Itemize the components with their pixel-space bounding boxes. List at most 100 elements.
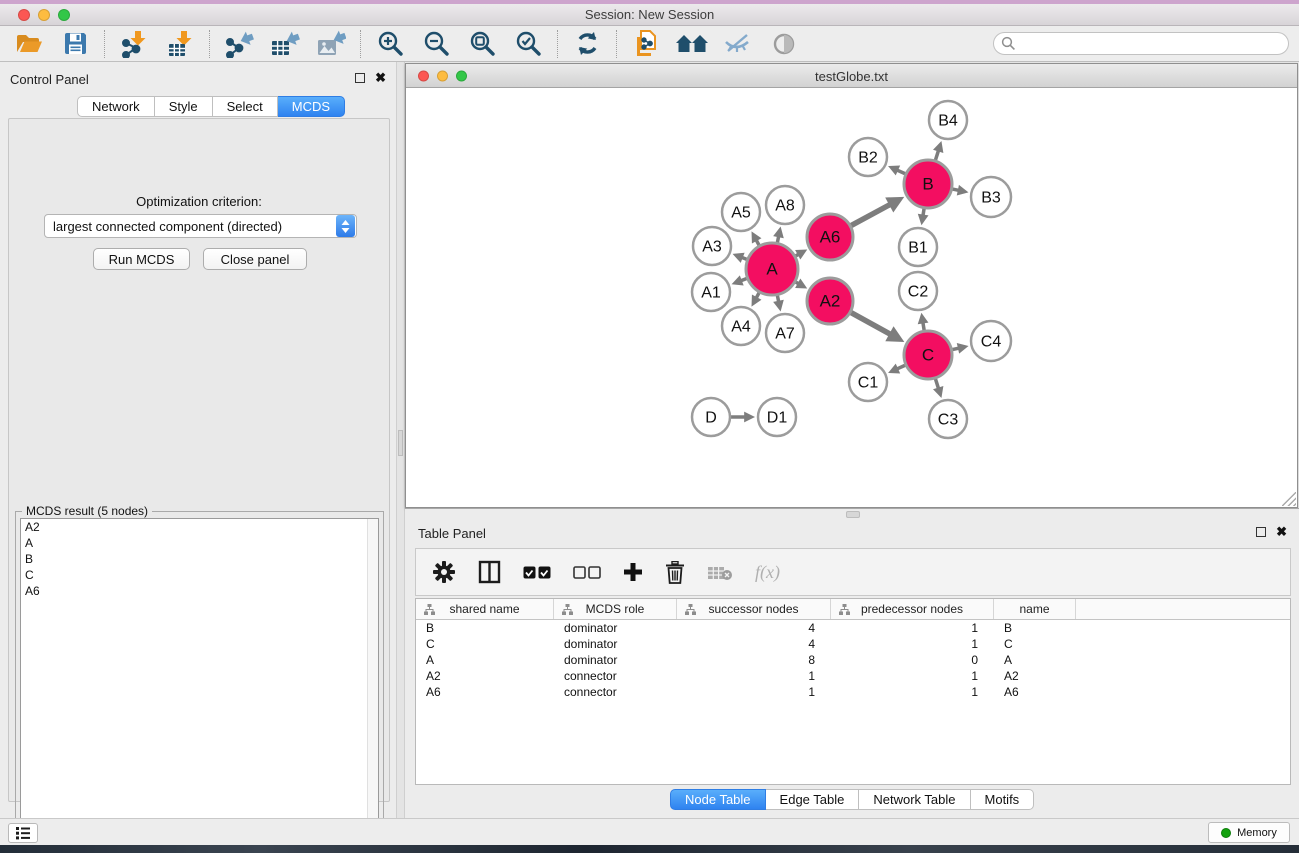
add-column-button[interactable] — [623, 557, 643, 587]
search-field[interactable] — [993, 32, 1289, 55]
tab-network-table[interactable]: Network Table — [859, 789, 970, 810]
table-cell[interactable]: 1 — [831, 636, 994, 652]
graph-node-A[interactable]: A — [746, 243, 798, 295]
table-row[interactable]: Cdominator41C — [416, 636, 1290, 652]
graph-node-A6[interactable]: A6 — [807, 214, 853, 260]
open-file-button[interactable] — [12, 29, 46, 59]
close-panel-button[interactable]: Close panel — [203, 248, 307, 270]
zoom-out-button[interactable] — [419, 29, 453, 59]
duplicate-network-button[interactable] — [629, 29, 663, 59]
table-settings-button[interactable] — [432, 557, 456, 587]
zoom-selected-button[interactable] — [511, 29, 545, 59]
table-cell[interactable]: 8 — [677, 652, 831, 668]
tab-mcds[interactable]: MCDS — [278, 96, 345, 117]
graph-node-C3[interactable]: C3 — [929, 400, 967, 438]
table-cell[interactable]: dominator — [554, 636, 677, 652]
table-cell[interactable]: 4 — [677, 636, 831, 652]
close-panel-icon[interactable]: ✖ — [375, 73, 386, 83]
table-cell[interactable]: 1 — [677, 684, 831, 700]
graph-node-B3[interactable]: B3 — [971, 177, 1011, 217]
table-cell[interactable]: C — [994, 636, 1076, 652]
table-cell[interactable]: 1 — [677, 668, 831, 684]
export-image-button[interactable] — [314, 29, 348, 59]
graph-node-B4[interactable]: B4 — [929, 101, 967, 139]
graph-node-A1[interactable]: A1 — [692, 273, 730, 311]
column-header-name[interactable]: name — [994, 599, 1076, 619]
table-cell[interactable]: A2 — [994, 668, 1076, 684]
mcds-result-item[interactable]: A2 — [21, 519, 378, 535]
network-overview-button[interactable] — [675, 29, 709, 59]
graph-node-D[interactable]: D — [692, 398, 730, 436]
mcds-result-item[interactable]: B — [21, 551, 378, 567]
graph-edge-A2-C[interactable] — [851, 313, 891, 335]
select-all-button[interactable] — [523, 557, 551, 587]
table-cell[interactable]: B — [994, 620, 1076, 636]
run-mcds-button[interactable]: Run MCDS — [93, 248, 190, 270]
table-cell[interactable]: B — [416, 620, 554, 636]
column-header-MCDS-role[interactable]: MCDS role — [554, 599, 677, 619]
hide-selected-button[interactable] — [721, 29, 755, 59]
graph-node-A2[interactable]: A2 — [807, 278, 853, 324]
graph-node-A4[interactable]: A4 — [722, 307, 760, 345]
float-panel-icon[interactable] — [355, 73, 365, 83]
table-cell[interactable]: connector — [554, 684, 677, 700]
graph-node-B[interactable]: B — [904, 160, 952, 208]
tab-edge-table[interactable]: Edge Table — [766, 789, 860, 810]
deselect-all-button[interactable] — [573, 557, 601, 587]
table-cell[interactable]: A6 — [994, 684, 1076, 700]
tab-style[interactable]: Style — [155, 96, 213, 117]
zoom-fit-button[interactable] — [465, 29, 499, 59]
splitter-grip[interactable] — [846, 511, 860, 518]
graph-edge-A6-B[interactable] — [851, 204, 891, 226]
graph-node-C4[interactable]: C4 — [971, 321, 1011, 361]
table-cell[interactable]: A2 — [416, 668, 554, 684]
table-cell[interactable]: dominator — [554, 620, 677, 636]
import-network-button[interactable] — [117, 29, 151, 59]
graph-node-C1[interactable]: C1 — [849, 363, 887, 401]
close-panel-icon[interactable]: ✖ — [1276, 527, 1287, 537]
mcds-result-item[interactable]: C — [21, 567, 378, 583]
window-resize-grip[interactable] — [1282, 492, 1296, 506]
table-cell[interactable]: 4 — [677, 620, 831, 636]
tab-network[interactable]: Network — [77, 96, 155, 117]
table-row[interactable]: A2connector11A2 — [416, 668, 1290, 684]
table-cell[interactable]: connector — [554, 668, 677, 684]
table-cell[interactable]: A — [994, 652, 1076, 668]
graph-node-A5[interactable]: A5 — [722, 193, 760, 231]
table-cell[interactable]: 1 — [831, 620, 994, 636]
mcds-result-list[interactable]: A2ABCA6 — [20, 518, 379, 846]
refresh-button[interactable] — [570, 29, 604, 59]
table-cell[interactable]: A6 — [416, 684, 554, 700]
table-cell[interactable]: C — [416, 636, 554, 652]
show-panels-menu-button[interactable] — [8, 823, 38, 843]
tab-motifs[interactable]: Motifs — [971, 789, 1035, 810]
table-cell[interactable]: 1 — [831, 684, 994, 700]
column-header-predecessor-nodes[interactable]: predecessor nodes — [831, 599, 994, 619]
criterion-dropdown[interactable]: largest connected component (directed) — [44, 214, 357, 238]
graph-node-A3[interactable]: A3 — [693, 227, 731, 265]
network-canvas[interactable]: B4B2BB3A5A8A6A3B1AA1C2A2A4A7C4CC1C3DD1 — [406, 88, 1297, 507]
network-window-titlebar[interactable]: testGlobe.txt — [406, 64, 1297, 88]
import-table-button[interactable] — [163, 29, 197, 59]
column-header-successor-nodes[interactable]: successor nodes — [677, 599, 831, 619]
table-cell[interactable]: 1 — [831, 668, 994, 684]
graph-node-D1[interactable]: D1 — [758, 398, 796, 436]
graph-node-A7[interactable]: A7 — [766, 314, 804, 352]
zoom-in-button[interactable] — [373, 29, 407, 59]
export-network-button[interactable] — [222, 29, 256, 59]
graph-node-C[interactable]: C — [904, 331, 952, 379]
export-table-button[interactable] — [268, 29, 302, 59]
vertical-splitter[interactable] — [396, 62, 405, 818]
network-graph[interactable]: B4B2BB3A5A8A6A3B1AA1C2A2A4A7C4CC1C3DD1 — [406, 88, 1297, 507]
mcds-result-item[interactable]: A — [21, 535, 378, 551]
show-column-panel-button[interactable] — [478, 557, 501, 587]
graph-node-C2[interactable]: C2 — [899, 272, 937, 310]
table-row[interactable]: Bdominator41B — [416, 620, 1290, 636]
graph-node-A8[interactable]: A8 — [766, 186, 804, 224]
splitter-grip[interactable] — [398, 430, 403, 456]
table-cell[interactable]: 0 — [831, 652, 994, 668]
table-row[interactable]: Adominator80A — [416, 652, 1290, 668]
float-panel-icon[interactable] — [1256, 527, 1266, 537]
graph-node-B2[interactable]: B2 — [849, 138, 887, 176]
mcds-result-item[interactable]: A6 — [21, 583, 378, 599]
